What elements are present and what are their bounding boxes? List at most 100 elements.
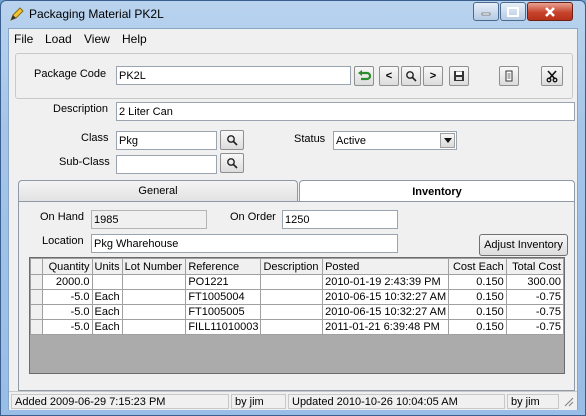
cell-description[interactable] xyxy=(260,289,324,305)
tab-general[interactable]: General xyxy=(18,180,298,201)
location-label: Location xyxy=(42,235,84,247)
menu-load[interactable]: Load xyxy=(45,32,72,46)
cell-units[interactable]: Each xyxy=(91,304,123,320)
cell-description[interactable] xyxy=(260,304,324,320)
col-lot-number[interactable]: Lot Number xyxy=(121,258,187,275)
cell-posted[interactable]: 2010-06-15 10:32:27 AM xyxy=(322,289,450,305)
table-header-row: Quantity Units Lot Number Reference Desc… xyxy=(30,258,564,275)
client-area: File Load View Help Package Code PK2L < … xyxy=(8,28,578,410)
inventory-table: Quantity Units Lot Number Reference Desc… xyxy=(30,258,564,335)
cell-lot-number[interactable] xyxy=(121,274,187,290)
cell-description[interactable] xyxy=(260,274,324,290)
chevron-left-icon: < xyxy=(385,70,393,82)
subclass-label: Sub-Class xyxy=(59,156,110,168)
subclass-search-button[interactable] xyxy=(220,153,244,173)
cell-cost-each[interactable]: 0.150 xyxy=(448,319,507,335)
row-selector[interactable] xyxy=(30,304,44,320)
menu-help[interactable]: Help xyxy=(122,32,147,46)
table-row[interactable]: -5.0 Each FT1005005 2010-06-15 10:32:27 … xyxy=(30,304,564,320)
table-row[interactable]: -5.0 Each FT1005004 2010-06-15 10:32:27 … xyxy=(30,289,564,305)
description-label: Description xyxy=(53,103,109,115)
cell-units[interactable]: Each xyxy=(91,319,123,335)
cell-reference[interactable]: FT1005005 xyxy=(185,304,262,320)
col-quantity[interactable]: Quantity xyxy=(42,258,93,275)
table-row[interactable]: -5.0 Each FILL11010003 2011-01-21 6:39:4… xyxy=(30,319,564,335)
tab-inventory[interactable]: Inventory xyxy=(299,180,575,202)
col-total-cost[interactable]: Total Cost xyxy=(505,258,564,275)
floppy-disk-icon xyxy=(454,71,464,81)
cell-posted[interactable]: 2010-01-19 2:43:39 PM xyxy=(322,274,450,290)
table-row[interactable]: 2000.0 PO1221 2010-01-19 2:43:39 PM 0.15… xyxy=(30,274,564,290)
cell-lot-number[interactable] xyxy=(121,289,187,305)
cell-total-cost[interactable]: -0.75 xyxy=(505,319,564,335)
cell-cost-each[interactable]: 0.150 xyxy=(448,289,507,305)
cell-cost-each[interactable]: 0.150 xyxy=(448,274,507,290)
cell-posted[interactable]: 2011-01-21 6:39:48 PM xyxy=(322,319,450,335)
chevron-right-icon: > xyxy=(429,70,437,82)
cell-posted[interactable]: 2010-06-15 10:32:27 AM xyxy=(322,304,450,320)
save-button[interactable] xyxy=(449,66,469,86)
search-record-button[interactable] xyxy=(401,66,421,86)
col-units[interactable]: Units xyxy=(91,258,123,275)
col-description[interactable]: Description xyxy=(260,258,324,275)
undo-button[interactable] xyxy=(354,66,374,86)
status-updated: Updated 2010-10-26 10:04:05 AM xyxy=(288,394,505,409)
cell-description[interactable] xyxy=(260,319,324,335)
on-order-field[interactable]: 1250 xyxy=(282,210,398,229)
row-selector[interactable] xyxy=(30,274,44,290)
cell-total-cost[interactable]: -0.75 xyxy=(505,289,564,305)
status-bar: Added 2009-06-29 7:15:23 PM by jim Updat… xyxy=(9,391,577,410)
col-reference[interactable]: Reference xyxy=(185,258,262,275)
undo-icon xyxy=(358,70,371,81)
maximize-icon xyxy=(507,6,519,17)
resize-grip-icon[interactable] xyxy=(562,395,574,407)
col-cost-each[interactable]: Cost Each xyxy=(448,258,507,275)
document-icon xyxy=(505,70,513,82)
inventory-grid[interactable]: Quantity Units Lot Number Reference Desc… xyxy=(29,257,565,374)
row-header-corner xyxy=(30,258,44,275)
menu-file[interactable]: File xyxy=(14,32,33,46)
scissors-icon xyxy=(546,70,558,83)
cell-cost-each[interactable]: 0.150 xyxy=(448,304,507,320)
cell-quantity[interactable]: -5.0 xyxy=(42,319,93,335)
chevron-down-icon[interactable] xyxy=(440,133,455,148)
cell-quantity[interactable]: -5.0 xyxy=(42,289,93,305)
status-label: Status xyxy=(294,133,326,145)
cell-total-cost[interactable]: -0.75 xyxy=(505,304,564,320)
title-bar[interactable]: Packaging Material PK2L xyxy=(1,1,585,28)
cell-lot-number[interactable] xyxy=(121,319,187,335)
description-field[interactable]: 2 Liter Can xyxy=(116,102,575,121)
menu-bar: File Load View Help xyxy=(9,29,577,49)
minimize-button[interactable] xyxy=(473,2,499,21)
location-field[interactable]: Pkg Wharehouse xyxy=(91,234,398,253)
minimize-icon xyxy=(481,12,491,15)
cell-reference[interactable]: PO1221 xyxy=(185,274,262,290)
class-field[interactable]: Pkg xyxy=(116,131,217,150)
package-code-field[interactable]: PK2L xyxy=(116,66,351,85)
cell-reference[interactable]: FT1005004 xyxy=(185,289,262,305)
next-record-button[interactable]: > xyxy=(423,66,443,86)
cell-total-cost[interactable]: 300.00 xyxy=(505,274,564,290)
row-selector[interactable] xyxy=(30,289,44,305)
row-selector[interactable] xyxy=(30,319,44,335)
cell-lot-number[interactable] xyxy=(121,304,187,320)
delete-button[interactable] xyxy=(541,66,563,86)
cell-quantity[interactable]: -5.0 xyxy=(42,304,93,320)
class-search-button[interactable] xyxy=(220,130,244,150)
status-select[interactable]: Active xyxy=(333,131,457,150)
subclass-field[interactable] xyxy=(116,155,217,174)
close-window-button[interactable] xyxy=(527,2,573,21)
maximize-button[interactable] xyxy=(500,2,526,21)
print-button[interactable] xyxy=(499,66,519,86)
adjust-inventory-button[interactable]: Adjust Inventory xyxy=(479,234,568,256)
previous-record-button[interactable]: < xyxy=(379,66,399,86)
cell-quantity[interactable]: 2000.0 xyxy=(42,274,93,290)
menu-view[interactable]: View xyxy=(84,32,110,46)
status-updated-by: by jim xyxy=(507,394,559,409)
cell-reference[interactable]: FILL11010003 xyxy=(185,319,262,335)
cell-units[interactable]: Each xyxy=(91,289,123,305)
col-posted[interactable]: Posted xyxy=(322,258,450,275)
cell-units[interactable] xyxy=(91,274,123,290)
status-value: Active xyxy=(336,135,366,147)
close-icon xyxy=(545,6,555,17)
